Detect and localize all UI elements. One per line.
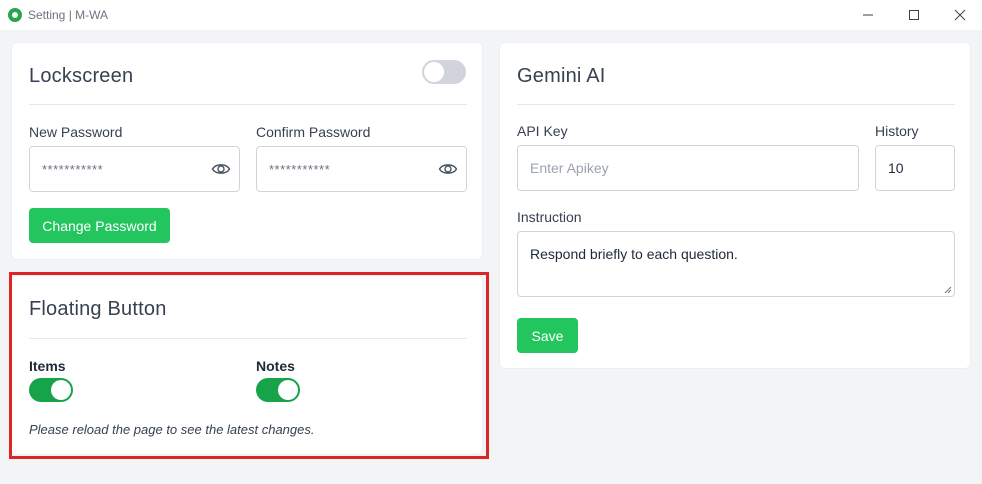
save-button[interactable]: Save xyxy=(517,318,578,353)
new-password-label: New Password xyxy=(29,124,123,140)
new-password-value: *********** xyxy=(42,161,104,177)
resize-handle-icon[interactable] xyxy=(944,286,952,294)
title-bar: Setting | M-WA xyxy=(0,0,982,30)
instruction-label: Instruction xyxy=(517,209,582,225)
maximize-icon xyxy=(909,10,919,20)
api-key-input[interactable]: Enter Apikey xyxy=(517,145,859,191)
eye-icon[interactable] xyxy=(211,159,231,179)
toggle-knob xyxy=(424,62,444,82)
gemini-title: Gemini AI xyxy=(517,65,606,87)
api-key-label: API Key xyxy=(517,123,568,139)
minimize-icon xyxy=(863,14,873,16)
confirm-password-field[interactable]: *********** xyxy=(256,146,467,192)
history-value: 10 xyxy=(888,160,904,176)
close-button[interactable] xyxy=(946,4,974,26)
history-input[interactable]: 10 xyxy=(875,145,955,191)
lockscreen-card: Lockscreen New Password *********** Conf… xyxy=(11,42,483,260)
history-label: History xyxy=(875,123,919,139)
close-icon xyxy=(954,9,966,21)
instruction-value: Respond briefly to each question. xyxy=(530,246,738,262)
window-title: Setting | M-WA xyxy=(28,8,109,22)
new-password-field[interactable]: *********** xyxy=(29,146,240,192)
gemini-card: Gemini AI API Key Enter Apikey History 1… xyxy=(499,42,971,369)
eye-icon[interactable] xyxy=(438,159,458,179)
whatsapp-icon xyxy=(8,8,22,22)
minimize-button[interactable] xyxy=(854,4,882,26)
instruction-textarea[interactable]: Respond briefly to each question. xyxy=(517,231,955,297)
divider xyxy=(517,104,955,105)
api-key-placeholder: Enter Apikey xyxy=(530,160,609,176)
lockscreen-title: Lockscreen xyxy=(29,65,134,87)
change-password-button[interactable]: Change Password xyxy=(29,208,170,243)
maximize-button[interactable] xyxy=(900,4,928,26)
divider xyxy=(29,104,467,105)
lockscreen-toggle[interactable] xyxy=(422,60,466,84)
highlight-box xyxy=(9,272,489,459)
confirm-password-label: Confirm Password xyxy=(256,124,371,140)
confirm-password-value: *********** xyxy=(269,161,331,177)
